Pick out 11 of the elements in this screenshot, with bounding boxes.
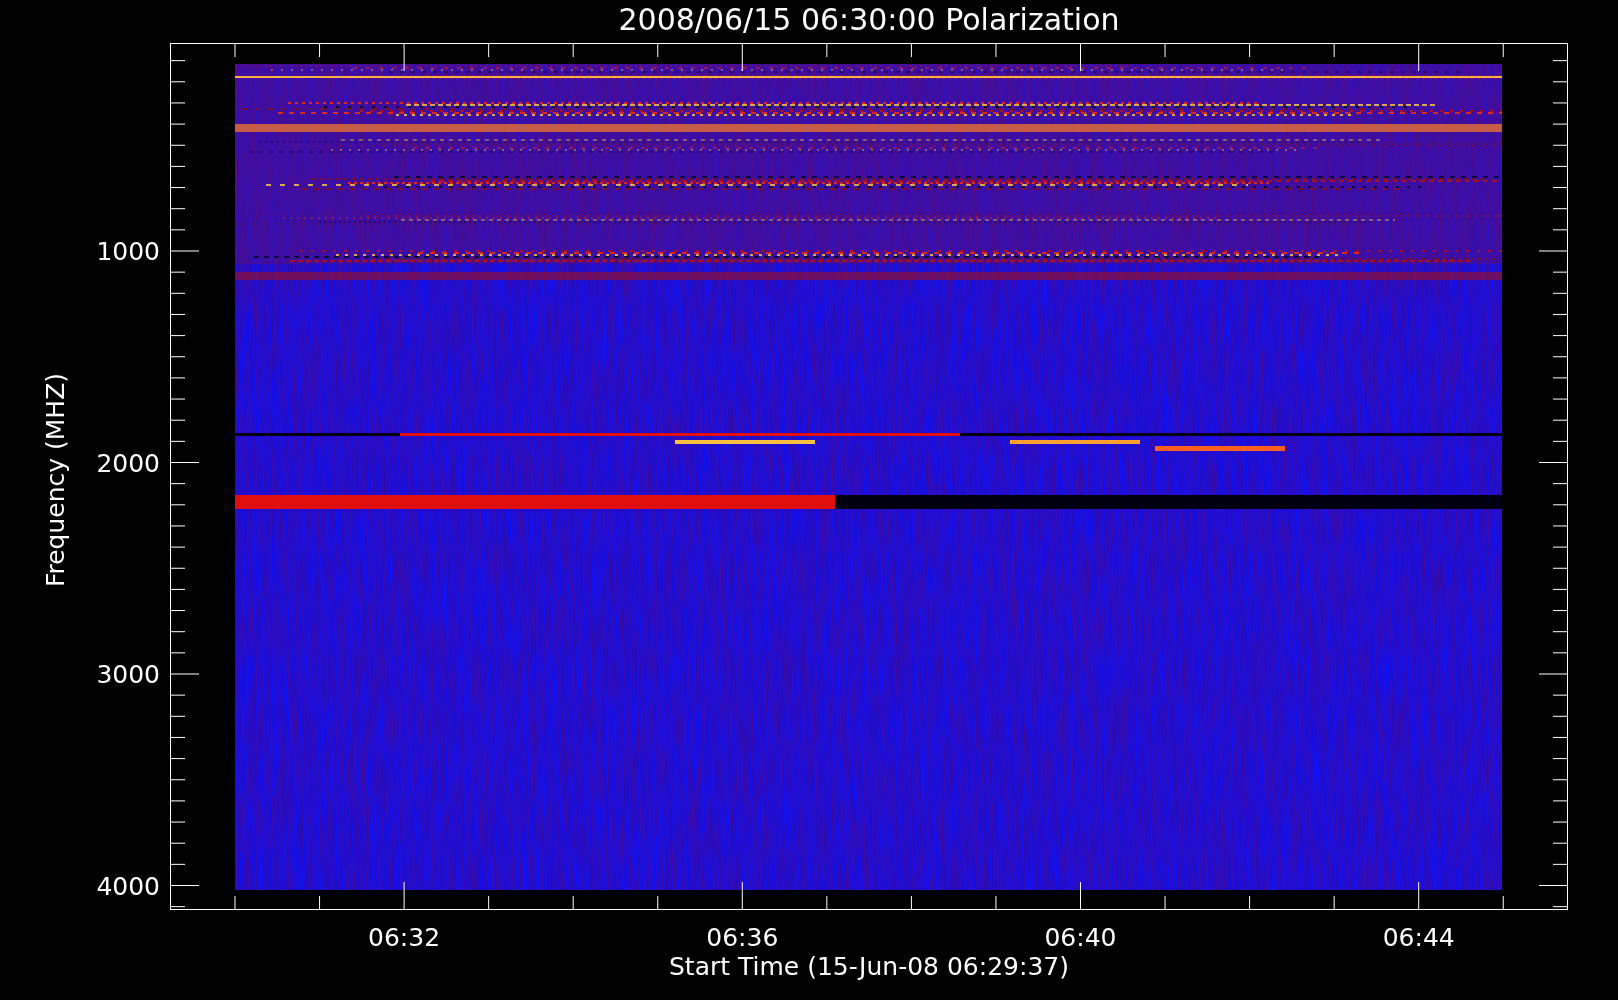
x-tick-label: 06:40 <box>1044 923 1117 952</box>
plot-title: 2008/06/15 06:30:00 Polarization <box>618 2 1120 37</box>
y-tick-label: 2000 <box>96 448 160 478</box>
y-axis-label: Frequency (MHZ) <box>41 372 70 588</box>
x-tick-label: 06:32 <box>368 923 441 952</box>
y-tick-label: 1000 <box>96 237 160 266</box>
x-axis-label: Start Time (15-Jun-08 06:29:37) <box>669 952 1069 981</box>
y-tick-label: 4000 <box>96 871 160 901</box>
x-tick-label: 06:36 <box>706 923 779 952</box>
x-tick-label: 06:44 <box>1382 923 1455 952</box>
y-tick-label: 3000 <box>96 660 160 689</box>
